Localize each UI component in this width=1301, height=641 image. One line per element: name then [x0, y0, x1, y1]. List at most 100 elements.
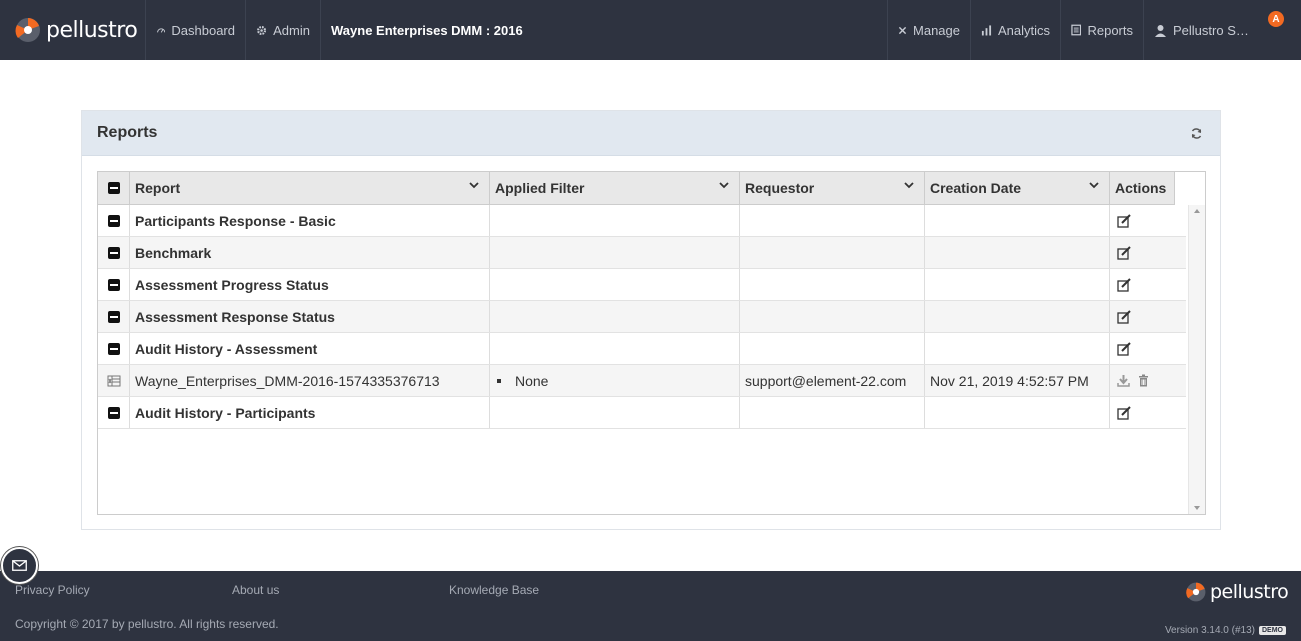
- table-row[interactable]: Audit History - Assessment: [98, 333, 1186, 365]
- table-row[interactable]: Assessment Progress Status: [98, 269, 1186, 301]
- applied-filter-value: None: [515, 372, 549, 389]
- scroll-up-arrow-icon[interactable]: [1194, 209, 1200, 213]
- requestor-cell: [740, 237, 925, 268]
- brand-logo[interactable]: pellustro: [0, 0, 146, 60]
- edit-report-icon[interactable]: [1117, 309, 1131, 324]
- collapse-icon: [107, 342, 120, 355]
- edit-report-icon[interactable]: [1117, 213, 1131, 228]
- grid-scrollbar[interactable]: [1188, 205, 1205, 514]
- footer-link-about[interactable]: About us: [232, 583, 279, 597]
- pellustro-logo-icon: [15, 18, 40, 42]
- actions-cell: [1110, 333, 1186, 364]
- panel-title: Reports: [97, 124, 158, 141]
- collapse-all-icon: [107, 182, 120, 194]
- row-toggle[interactable]: [98, 301, 130, 332]
- table-row[interactable]: Audit History - Participants: [98, 397, 1186, 429]
- actions-cell: [1110, 269, 1186, 300]
- file-type-cell: [98, 365, 130, 396]
- column-label: Actions: [1115, 180, 1167, 196]
- row-toggle[interactable]: [98, 237, 130, 268]
- row-toggle[interactable]: [98, 269, 130, 300]
- nav-dashboard[interactable]: Dashboard: [147, 0, 246, 60]
- tools-icon: [898, 26, 907, 34]
- nav-manage-label: Manage: [913, 22, 960, 38]
- footer-logo: pellustro: [1185, 581, 1289, 603]
- edit-report-icon[interactable]: [1117, 277, 1131, 292]
- collapse-icon: [107, 246, 120, 259]
- app-version: Version 3.14.0 (#13) DEMO: [1165, 625, 1286, 636]
- report-file-name[interactable]: Wayne_Enterprises_DMM-2016-1574335376713: [130, 365, 490, 396]
- creation-date-cell: [925, 333, 1110, 364]
- nav-admin[interactable]: Admin: [246, 0, 321, 60]
- report-name: Assessment Progress Status: [130, 269, 490, 300]
- select-all-toggle[interactable]: [98, 172, 130, 204]
- chevron-down-icon[interactable]: [469, 182, 479, 189]
- actions-cell: [1110, 397, 1186, 428]
- applied-filter-cell: [490, 269, 740, 300]
- column-label: Applied Filter: [495, 180, 585, 196]
- creation-date-cell: [925, 397, 1110, 428]
- column-header-report[interactable]: Report: [130, 172, 490, 204]
- table-row[interactable]: Participants Response - Basic: [98, 205, 1186, 237]
- contact-mail-button[interactable]: [1, 547, 38, 584]
- reports-grid: Report Applied Filter Requestor Creation…: [97, 171, 1206, 515]
- column-header-requestor[interactable]: Requestor: [740, 172, 925, 204]
- refresh-icon[interactable]: [1190, 127, 1203, 140]
- applied-filter-cell: [490, 237, 740, 268]
- column-label: Requestor: [745, 180, 815, 196]
- edit-report-icon[interactable]: [1117, 245, 1131, 260]
- user-icon: [1155, 24, 1166, 37]
- version-text: Version 3.14.0 (#13): [1164, 625, 1255, 636]
- brand-name: pellustro: [46, 17, 138, 43]
- creation-date-cell: [925, 269, 1110, 300]
- chevron-down-icon[interactable]: [719, 182, 729, 189]
- footer-link-knowledge-base[interactable]: Knowledge Base: [449, 583, 539, 597]
- table-row[interactable]: Benchmark: [98, 237, 1186, 269]
- download-icon[interactable]: [1117, 374, 1130, 387]
- requestor-cell: [740, 301, 925, 332]
- dashboard-icon: [157, 28, 166, 33]
- nav-analytics[interactable]: Analytics: [971, 0, 1061, 60]
- row-toggle[interactable]: [98, 205, 130, 236]
- applied-filter-cell: [490, 333, 740, 364]
- report-name: Audit History - Assessment: [130, 333, 490, 364]
- nav-user-menu[interactable]: Pellustro Su…: [1144, 0, 1301, 60]
- scroll-down-arrow-icon[interactable]: [1194, 506, 1200, 510]
- excel-file-icon: [107, 375, 120, 386]
- nav-reports[interactable]: Reports: [1061, 0, 1144, 60]
- edit-report-icon[interactable]: [1117, 405, 1131, 420]
- column-header-creation-date[interactable]: Creation Date: [925, 172, 1110, 204]
- chevron-down-icon[interactable]: [1089, 182, 1099, 189]
- grid-header: Report Applied Filter Requestor Creation…: [98, 172, 1175, 205]
- row-toggle[interactable]: [98, 397, 130, 428]
- column-header-applied-filter[interactable]: Applied Filter: [490, 172, 740, 204]
- applied-filter-cell: [490, 205, 740, 236]
- requestor-cell: [740, 333, 925, 364]
- notification-badge[interactable]: A: [1268, 11, 1284, 27]
- pellustro-logo-icon: [1186, 582, 1206, 602]
- report-name: Benchmark: [130, 237, 490, 268]
- nav-dashboard-label: Dashboard: [171, 22, 235, 38]
- bar-chart-icon: [981, 25, 992, 36]
- report-name: Audit History - Participants: [130, 397, 490, 428]
- grid-rows: Participants Response - Basic Benchmark: [98, 205, 1186, 429]
- edit-report-icon[interactable]: [1117, 341, 1131, 356]
- nav-admin-label: Admin: [273, 22, 310, 38]
- applied-filter-cell: [490, 301, 740, 332]
- applied-filter-cell: None: [490, 365, 740, 396]
- actions-cell: [1110, 205, 1186, 236]
- top-navbar: pellustro Dashboard Admin Wayne Enterpri…: [0, 0, 1301, 60]
- chevron-down-icon[interactable]: [904, 182, 914, 189]
- footer-link-privacy[interactable]: Privacy Policy: [15, 583, 90, 597]
- column-label: Report: [135, 180, 181, 196]
- envelope-icon: [12, 560, 27, 571]
- table-row[interactable]: Assessment Response Status: [98, 301, 1186, 333]
- actions-cell: [1110, 237, 1186, 268]
- gear-icon: [257, 25, 267, 35]
- trash-icon[interactable]: [1138, 374, 1149, 387]
- table-row[interactable]: Wayne_Enterprises_DMM-2016-1574335376713…: [98, 365, 1186, 397]
- nav-manage[interactable]: Manage: [887, 0, 971, 60]
- page-context-title: Wayne Enterprises DMM : 2016: [331, 22, 523, 38]
- reports-panel: Reports Report Applied Filter Requestor …: [81, 110, 1221, 530]
- row-toggle[interactable]: [98, 333, 130, 364]
